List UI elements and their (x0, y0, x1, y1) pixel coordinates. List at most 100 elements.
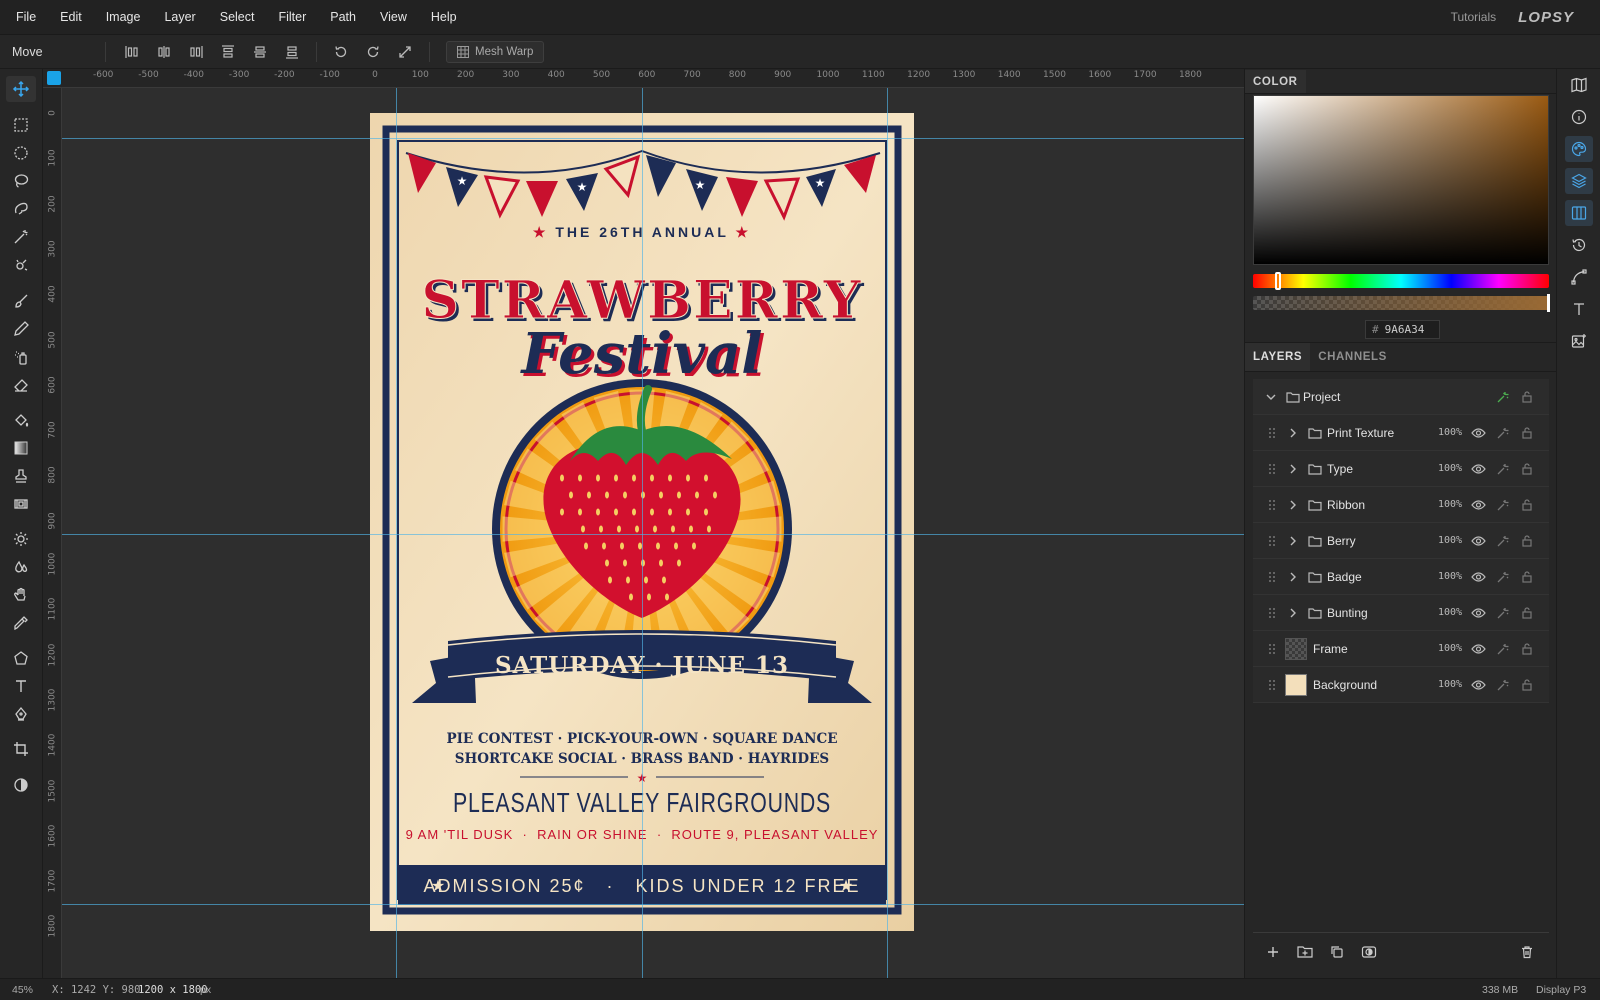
guide-horizontal[interactable] (62, 138, 1244, 139)
tab-layers[interactable]: LAYERS (1245, 343, 1311, 371)
stamp-icon[interactable] (6, 463, 36, 489)
add-layer-icon[interactable] (1263, 942, 1283, 962)
eye-icon[interactable] (1470, 677, 1486, 693)
chevron-right-icon[interactable] (1285, 569, 1301, 585)
align-center-h-icon[interactable] (148, 35, 180, 69)
layer-opacity[interactable]: 100% (1438, 463, 1462, 474)
lock-open-icon[interactable] (1519, 461, 1535, 477)
chevron-right-icon[interactable] (1285, 461, 1301, 477)
lock-open-icon[interactable] (1519, 569, 1535, 585)
guide-vertical[interactable] (887, 88, 888, 978)
layer-opacity[interactable]: 100% (1438, 535, 1462, 546)
eye-icon[interactable] (1470, 425, 1486, 441)
rect-select-icon[interactable] (6, 112, 36, 138)
menu-file[interactable]: File (0, 10, 48, 24)
image-add-icon[interactable] (1565, 328, 1593, 354)
text-tool-icon[interactable] (6, 673, 36, 699)
ruler-vertical[interactable]: 0 100 200 300 400 500 600 700 800 900 1000 1100 1200… (43, 88, 62, 978)
eye-icon[interactable] (1470, 461, 1486, 477)
fx-icon[interactable] (1495, 497, 1511, 513)
layer-opacity[interactable]: 100% (1438, 679, 1462, 690)
drag-handle-icon[interactable] (1267, 641, 1277, 657)
columns-icon[interactable] (1565, 200, 1593, 226)
color-panel-title[interactable]: COLOR (1245, 70, 1306, 93)
chevron-right-icon[interactable] (1285, 605, 1301, 621)
info-icon[interactable] (1565, 104, 1593, 130)
lock-open-icon[interactable] (1519, 641, 1535, 657)
layer-opacity[interactable]: 100% (1438, 499, 1462, 510)
alpha-slider-thumb[interactable] (1547, 294, 1550, 312)
fx-icon[interactable] (1495, 605, 1511, 621)
fx-icon[interactable] (1495, 533, 1511, 549)
crop-icon[interactable] (6, 736, 36, 762)
menu-filter[interactable]: Filter (266, 10, 318, 24)
alpha-slider[interactable] (1253, 296, 1549, 310)
layer-row[interactable]: Background 100% (1253, 667, 1549, 703)
chevron-right-icon[interactable] (1285, 533, 1301, 549)
chevron-right-icon[interactable] (1285, 497, 1301, 513)
spray-icon[interactable] (6, 344, 36, 370)
layer-row[interactable]: Berry 100% (1253, 523, 1549, 559)
saturation-value-picker[interactable] (1253, 95, 1549, 265)
rotate-ccw-icon[interactable] (325, 35, 357, 69)
menu-help[interactable]: Help (419, 10, 469, 24)
guide-vertical[interactable] (396, 88, 397, 978)
eyedropper-icon[interactable] (6, 610, 36, 636)
menu-image[interactable]: Image (94, 10, 153, 24)
drag-handle-icon[interactable] (1267, 425, 1277, 441)
layer-row[interactable]: Type 100% (1253, 451, 1549, 487)
lock-open-icon[interactable] (1519, 425, 1535, 441)
canvas-area[interactable]: ★ ★ ★ ★ ★ THE 26TH ANNUAL ★ STRAWBERRY S… (62, 88, 1244, 978)
layer-row[interactable]: Print Texture 100% (1253, 415, 1549, 451)
add-folder-icon[interactable] (1295, 942, 1315, 962)
paint-bucket-icon[interactable] (6, 407, 36, 433)
lasso-icon[interactable] (6, 168, 36, 194)
polygon-icon[interactable] (6, 645, 36, 671)
guide-vertical[interactable] (642, 88, 643, 978)
layer-row[interactable]: Ribbon 100% (1253, 487, 1549, 523)
align-bottom-icon[interactable] (276, 35, 308, 69)
layer-opacity[interactable]: 100% (1438, 427, 1462, 438)
trash-icon[interactable] (1517, 942, 1537, 962)
eraser-icon[interactable] (6, 372, 36, 398)
move-tool-icon[interactable] (6, 76, 36, 102)
fx-icon[interactable] (1495, 641, 1511, 657)
hue-slider-thumb[interactable] (1275, 272, 1281, 290)
layer-thumbnail[interactable] (1285, 637, 1307, 660)
ellipse-select-icon[interactable] (6, 140, 36, 166)
drag-handle-icon[interactable] (1267, 461, 1277, 477)
chevron-down-icon[interactable] (1263, 389, 1279, 405)
paths-icon[interactable] (1565, 264, 1593, 290)
layer-opacity[interactable]: 100% (1438, 607, 1462, 618)
lock-open-icon[interactable] (1519, 533, 1535, 549)
expand-icon[interactable] (389, 35, 421, 69)
menu-edit[interactable]: Edit (48, 10, 94, 24)
dodge-icon[interactable] (6, 526, 36, 552)
lock-open-icon[interactable] (1519, 389, 1535, 405)
mask-icon[interactable] (1359, 942, 1379, 962)
align-right-icon[interactable] (180, 35, 212, 69)
hand-icon[interactable] (6, 582, 36, 608)
eye-icon[interactable] (1470, 533, 1486, 549)
lock-open-icon[interactable] (1519, 497, 1535, 513)
fx-active-icon[interactable] (1495, 389, 1511, 405)
blur-icon[interactable] (6, 554, 36, 580)
zoom-level[interactable]: 45% (12, 984, 33, 996)
quick-select-icon[interactable] (6, 252, 36, 278)
film-icon[interactable] (6, 491, 36, 517)
drag-handle-icon[interactable] (1267, 605, 1277, 621)
hex-input[interactable]: # 9A6A34 (1365, 320, 1440, 339)
drag-handle-icon[interactable] (1267, 677, 1277, 693)
eye-icon[interactable] (1470, 641, 1486, 657)
guide-horizontal[interactable] (62, 904, 1244, 905)
layer-thumbnail[interactable] (1285, 673, 1307, 696)
ruler-corner[interactable] (47, 71, 61, 85)
layer-row-project[interactable]: Project (1253, 379, 1549, 415)
guide-horizontal[interactable] (62, 534, 1244, 535)
drag-handle-icon[interactable] (1267, 533, 1277, 549)
eye-icon[interactable] (1470, 605, 1486, 621)
menu-layer[interactable]: Layer (152, 10, 207, 24)
palette-icon[interactable] (1565, 136, 1593, 162)
lock-open-icon[interactable] (1519, 605, 1535, 621)
character-icon[interactable] (1565, 296, 1593, 322)
